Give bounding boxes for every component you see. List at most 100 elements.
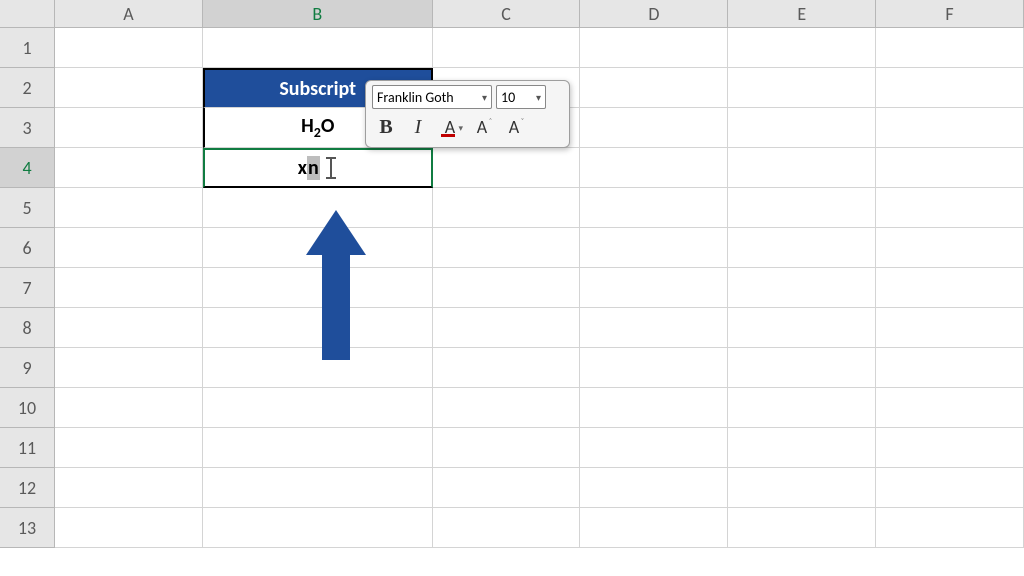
cell-F9[interactable]	[876, 348, 1024, 388]
cell-F5[interactable]	[876, 188, 1024, 228]
cell-E5[interactable]	[728, 188, 876, 228]
grow-font-button[interactable]: A ˆ	[468, 113, 496, 141]
spreadsheet: ABCDEF 12345678910111213 SubscriptH2Oxn …	[0, 0, 1024, 576]
caret-up-icon: ˆ	[489, 117, 492, 127]
cell-C1[interactable]	[433, 28, 581, 68]
cell-A5[interactable]	[55, 188, 203, 228]
cell-C11[interactable]	[433, 428, 581, 468]
cell-B10[interactable]	[203, 388, 433, 428]
cell-E11[interactable]	[728, 428, 876, 468]
cell-E3[interactable]	[728, 108, 876, 148]
cell-C6[interactable]	[433, 228, 581, 268]
cell-D9[interactable]	[580, 348, 728, 388]
cell-C7[interactable]	[433, 268, 581, 308]
cell-D8[interactable]	[580, 308, 728, 348]
cell-F12[interactable]	[876, 468, 1024, 508]
cell-D6[interactable]	[580, 228, 728, 268]
row-header-12[interactable]: 12	[0, 468, 55, 508]
cell-E12[interactable]	[728, 468, 876, 508]
cell-B11[interactable]	[203, 428, 433, 468]
cell-D12[interactable]	[580, 468, 728, 508]
cell-A13[interactable]	[55, 508, 203, 548]
cell-A12[interactable]	[55, 468, 203, 508]
cell-F7[interactable]	[876, 268, 1024, 308]
font-name-select[interactable]: Franklin Goth ▾	[372, 85, 492, 109]
cell-E4[interactable]	[728, 148, 876, 188]
cell-A6[interactable]	[55, 228, 203, 268]
bold-button[interactable]: B	[372, 113, 400, 141]
cell-D3[interactable]	[580, 108, 728, 148]
cell-A9[interactable]	[55, 348, 203, 388]
cell-A4[interactable]	[55, 148, 203, 188]
cell-D1[interactable]	[580, 28, 728, 68]
cell-E6[interactable]	[728, 228, 876, 268]
column-header-B[interactable]: B	[203, 0, 433, 28]
column-header-C[interactable]: C	[433, 0, 581, 28]
cell-C13[interactable]	[433, 508, 581, 548]
cell-C12[interactable]	[433, 468, 581, 508]
cell-A3[interactable]	[55, 108, 203, 148]
cell-E7[interactable]	[728, 268, 876, 308]
cell-E1[interactable]	[728, 28, 876, 68]
cell-E10[interactable]	[728, 388, 876, 428]
row-header-8[interactable]: 8	[0, 308, 55, 348]
cell-C10[interactable]	[433, 388, 581, 428]
cell-F6[interactable]	[876, 228, 1024, 268]
annotation-arrow	[310, 210, 362, 360]
cell-D10[interactable]	[580, 388, 728, 428]
cell-A7[interactable]	[55, 268, 203, 308]
select-all-corner[interactable]	[0, 0, 55, 28]
cell-D4[interactable]	[580, 148, 728, 188]
cell-F2[interactable]	[876, 68, 1024, 108]
row-header-9[interactable]: 9	[0, 348, 55, 388]
row-header-13[interactable]: 13	[0, 508, 55, 548]
cell-F13[interactable]	[876, 508, 1024, 548]
cell-F10[interactable]	[876, 388, 1024, 428]
cell-A2[interactable]	[55, 68, 203, 108]
chevron-down-icon: ▾	[458, 123, 463, 134]
cell-D13[interactable]	[580, 508, 728, 548]
column-header-A[interactable]: A	[55, 0, 203, 28]
cell-B12[interactable]	[203, 468, 433, 508]
cell-E2[interactable]	[728, 68, 876, 108]
cell-E9[interactable]	[728, 348, 876, 388]
cell-A8[interactable]	[55, 308, 203, 348]
column-header-F[interactable]: F	[876, 0, 1024, 28]
cell-F4[interactable]	[876, 148, 1024, 188]
cell-A1[interactable]	[55, 28, 203, 68]
row-header-1[interactable]: 1	[0, 28, 55, 68]
cell-B1[interactable]	[203, 28, 433, 68]
cell-B13[interactable]	[203, 508, 433, 548]
row-header-4[interactable]: 4	[0, 148, 55, 188]
row-header-5[interactable]: 5	[0, 188, 55, 228]
cell-D2[interactable]	[580, 68, 728, 108]
column-header-D[interactable]: D	[580, 0, 728, 28]
font-color-button[interactable]: A ▾	[436, 113, 464, 141]
row-header-2[interactable]: 2	[0, 68, 55, 108]
cell-C9[interactable]	[433, 348, 581, 388]
shrink-font-button[interactable]: A ˇ	[500, 113, 528, 141]
column-header-E[interactable]: E	[728, 0, 876, 28]
cell-D11[interactable]	[580, 428, 728, 468]
cell-C5[interactable]	[433, 188, 581, 228]
cell-A11[interactable]	[55, 428, 203, 468]
cell-E13[interactable]	[728, 508, 876, 548]
cell-C8[interactable]	[433, 308, 581, 348]
row-header-3[interactable]: 3	[0, 108, 55, 148]
italic-button[interactable]: I	[404, 113, 432, 141]
cell-B4[interactable]: xn	[203, 148, 433, 188]
cell-D7[interactable]	[580, 268, 728, 308]
cell-F1[interactable]	[876, 28, 1024, 68]
cell-C4[interactable]	[433, 148, 581, 188]
cell-E8[interactable]	[728, 308, 876, 348]
cell-F8[interactable]	[876, 308, 1024, 348]
cell-F3[interactable]	[876, 108, 1024, 148]
cell-A10[interactable]	[55, 388, 203, 428]
cell-D5[interactable]	[580, 188, 728, 228]
row-header-6[interactable]: 6	[0, 228, 55, 268]
row-header-11[interactable]: 11	[0, 428, 55, 468]
cell-F11[interactable]	[876, 428, 1024, 468]
font-size-select[interactable]: 10 ▾	[496, 85, 546, 109]
row-header-7[interactable]: 7	[0, 268, 55, 308]
row-header-10[interactable]: 10	[0, 388, 55, 428]
